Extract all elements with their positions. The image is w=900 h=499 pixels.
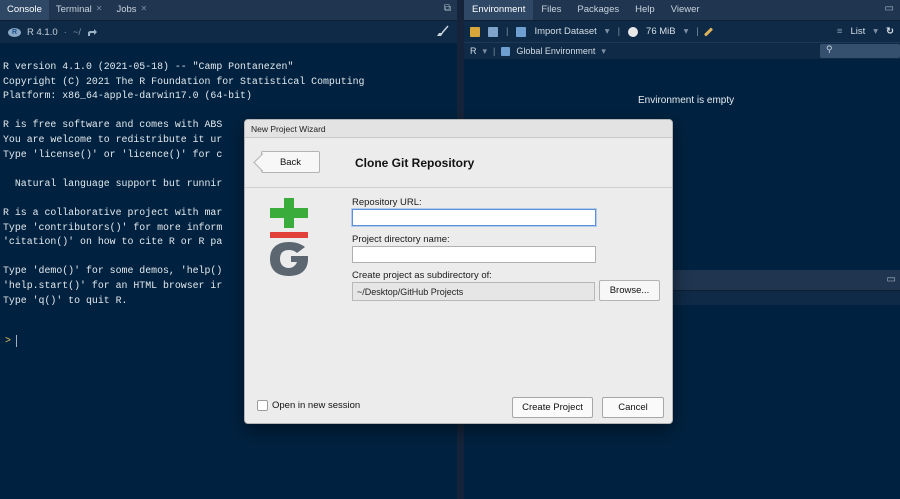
environment-icon: [501, 46, 511, 56]
separator-dot: ·: [63, 26, 67, 38]
chevron-down-icon[interactable]: ▾: [605, 26, 610, 37]
back-button-label: Back: [279, 156, 302, 168]
refresh-icon[interactable]: ↻: [886, 26, 894, 37]
tab-label: Terminal: [55, 4, 92, 15]
toolbar-separator: |: [696, 26, 699, 37]
chevron-down-icon[interactable]: ▾: [873, 26, 878, 37]
environment-search-input[interactable]: ⚲: [820, 44, 900, 58]
subdirectory-path: ~/Desktop/GitHub Projects: [352, 282, 595, 301]
repository-url-label: Repository URL:: [352, 197, 422, 208]
back-button[interactable]: Back: [261, 151, 320, 173]
chevron-down-icon[interactable]: ▾: [684, 26, 689, 37]
tab-label: Help: [635, 4, 655, 15]
git-logo-icon: [270, 198, 308, 276]
list-icon: ≡: [836, 26, 843, 37]
close-icon[interactable]: ✕: [141, 4, 148, 13]
save-icon[interactable]: [488, 26, 498, 37]
r-logo-icon: R: [8, 27, 21, 37]
console-line: Platform: x86_64-apple-darwin17.0 (64-bi…: [3, 90, 252, 102]
console-input[interactable]: >: [5, 335, 18, 347]
scope-select[interactable]: Global Environment: [516, 46, 595, 56]
open-folder-icon[interactable]: [470, 26, 480, 37]
console-subbar: R R 4.1.0 · ~/: [0, 21, 457, 43]
working-dir: ~/: [72, 26, 81, 38]
view-mode-button[interactable]: List: [850, 26, 865, 37]
tab-environment[interactable]: Environment: [464, 0, 534, 20]
import-dataset-icon: [516, 26, 527, 37]
go-to-dir-icon[interactable]: [87, 28, 97, 37]
environment-empty-message: Environment is empty: [638, 95, 735, 106]
console-line: R version 4.1.0 (2021-05-18) -- "Camp Po…: [3, 61, 294, 72]
minimize-pane-icon[interactable]: ▭: [885, 3, 894, 14]
tab-label: Console: [7, 4, 42, 15]
environment-toolbar: | Import Dataset ▾ | 76 MiB ▾ | ≡ List ▾…: [464, 21, 900, 42]
clear-console-icon[interactable]: [437, 25, 449, 37]
create-project-label: Create Project: [522, 402, 583, 413]
project-directory-name-label: Project directory name:: [352, 234, 450, 245]
console-tabbar: Console Terminal ✕ Jobs ✕ ⧉: [0, 0, 457, 21]
browse-button[interactable]: Browse...: [599, 280, 660, 301]
chevron-down-icon[interactable]: ▾: [483, 46, 488, 57]
tab-label: Jobs: [116, 4, 137, 15]
open-new-session-checkbox[interactable]: [257, 400, 268, 411]
cancel-label: Cancel: [618, 402, 648, 413]
dialog-header: Back Clone Git Repository: [245, 138, 672, 188]
toolbar-separator: |: [506, 26, 509, 37]
memory-usage[interactable]: 76 MiB: [646, 26, 676, 37]
create-project-button[interactable]: Create Project: [512, 397, 593, 418]
close-icon[interactable]: ✕: [96, 4, 103, 13]
console-line: Copyright (C) 2021 The R Foundation for …: [3, 75, 365, 87]
console-prompt: >: [5, 335, 12, 347]
language-select[interactable]: R: [470, 46, 477, 56]
tab-terminal[interactable]: Terminal ✕: [49, 0, 110, 20]
new-project-wizard-dialog: New Project Wizard Back Clone Git Reposi…: [244, 119, 673, 424]
minimize-pane-icon[interactable]: ▭: [887, 274, 896, 285]
tab-jobs[interactable]: Jobs ✕: [109, 0, 154, 20]
subdirectory-label: Create project as subdirectory of:: [352, 270, 492, 281]
search-icon: ⚲: [826, 44, 833, 54]
tab-viewer[interactable]: Viewer: [663, 0, 708, 20]
cancel-button[interactable]: Cancel: [602, 397, 664, 418]
tab-label: Packages: [577, 4, 620, 15]
dialog-title-bar[interactable]: New Project Wizard: [245, 120, 672, 138]
restore-pane-icon[interactable]: ⧉: [444, 3, 451, 14]
tab-help[interactable]: Help: [627, 0, 663, 20]
r-version: R 4.1.0: [27, 26, 58, 38]
tab-console[interactable]: Console: [0, 0, 49, 20]
text-cursor: [16, 335, 18, 347]
import-dataset-button[interactable]: Import Dataset: [534, 26, 596, 37]
tab-label: Environment: [472, 4, 526, 15]
toolbar-separator: |: [493, 46, 496, 56]
open-new-session-row[interactable]: Open in new session: [257, 400, 360, 411]
broom-icon[interactable]: [703, 26, 713, 37]
repository-url-input[interactable]: [352, 209, 596, 226]
tab-packages[interactable]: Packages: [569, 0, 627, 20]
project-directory-name-input[interactable]: [352, 246, 596, 263]
environment-scope-bar: R ▾ | Global Environment ▾ ⚲: [464, 42, 900, 59]
dialog-title: Clone Git Repository: [355, 156, 475, 170]
environment-tabbar: Environment Files Packages Help Viewer ▭: [464, 0, 900, 21]
tab-label: Viewer: [670, 4, 700, 15]
toolbar-separator: |: [617, 26, 621, 37]
chevron-down-icon[interactable]: ▾: [601, 46, 606, 57]
memory-pie-icon: [628, 26, 639, 37]
open-new-session-label: Open in new session: [272, 400, 361, 411]
tab-files[interactable]: Files: [533, 0, 569, 20]
browse-button-label: Browse...: [609, 285, 650, 296]
tab-label: Files: [541, 4, 562, 15]
